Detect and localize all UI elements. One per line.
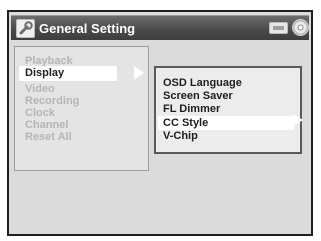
wrench-icon bbox=[16, 19, 35, 38]
title-bar: General Setting bbox=[11, 15, 309, 40]
menu-item-clock[interactable]: Clock bbox=[15, 107, 55, 119]
submenu-panel: OSD Language Screen Saver FL Dimmer CC S… bbox=[154, 66, 302, 154]
menu-title: General Setting bbox=[39, 21, 136, 36]
submenu-item-osd-language[interactable]: OSD Language bbox=[156, 77, 242, 90]
menu-item-reset-all[interactable]: Reset All bbox=[15, 131, 72, 143]
submenu-arrow-icon bbox=[134, 66, 144, 80]
submenu-item-screen-saver[interactable]: Screen Saver bbox=[156, 90, 233, 103]
menu-item-channel[interactable]: Channel bbox=[15, 119, 68, 131]
menu-item-video[interactable]: Video bbox=[15, 83, 55, 95]
menu-item-recording[interactable]: Recording bbox=[15, 95, 79, 107]
menu-item-display[interactable]: Display bbox=[19, 66, 117, 81]
main-menu-panel: Playback Display Video Recording Clock C… bbox=[14, 46, 149, 171]
submenu-item-fl-dimmer[interactable]: FL Dimmer bbox=[156, 103, 220, 116]
tv-icon bbox=[269, 22, 288, 34]
cc-style-arrow-icon bbox=[293, 114, 303, 126]
submenu-item-v-chip[interactable]: V-Chip bbox=[156, 130, 198, 143]
submenu-item-cc-style[interactable]: CC Style bbox=[158, 116, 294, 130]
osd-menu-window: General Setting Playback Display Video R… bbox=[7, 10, 313, 236]
disc-icon bbox=[292, 19, 309, 36]
